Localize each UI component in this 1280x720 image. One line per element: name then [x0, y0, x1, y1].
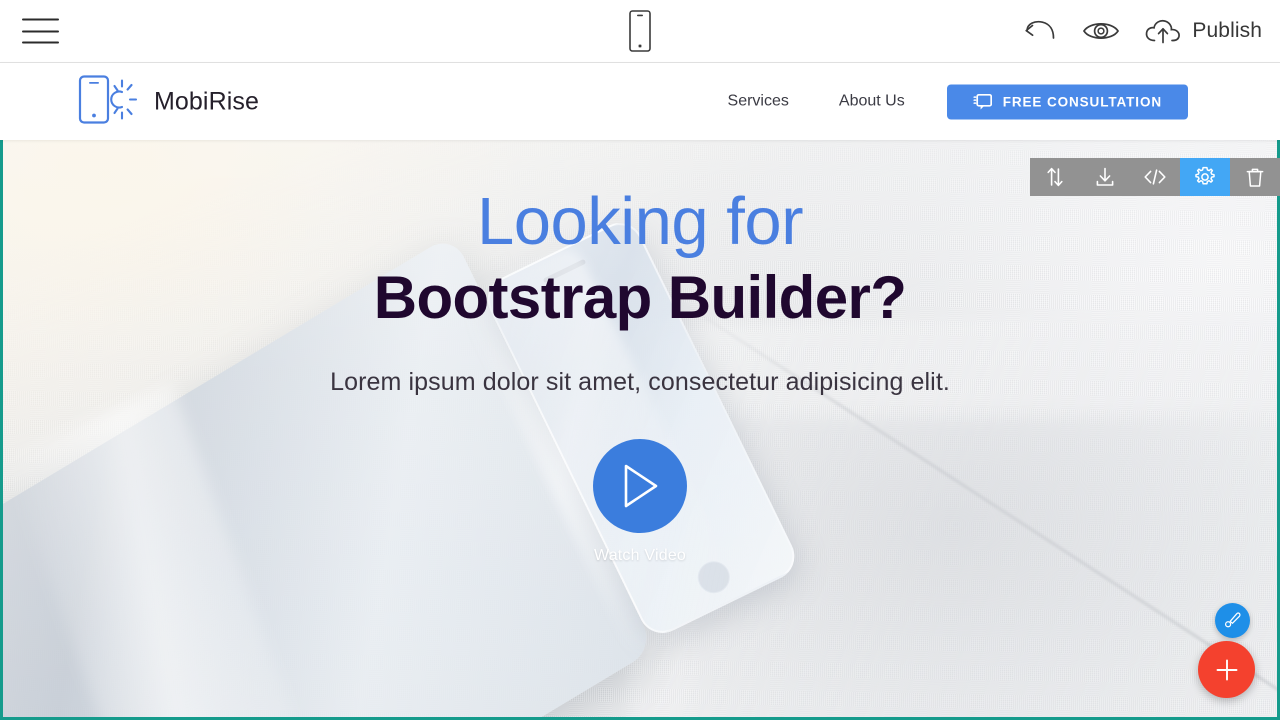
editor-toolbar-actions: Publish: [1021, 16, 1262, 46]
hamburger-line: [22, 30, 59, 32]
play-triangle-icon: [593, 438, 687, 533]
watch-video-button[interactable]: Watch Video: [593, 438, 687, 565]
mobile-sun-logo-icon: [78, 73, 140, 130]
plus-icon[interactable]: [1198, 641, 1255, 698]
block-toolbar: [1030, 158, 1280, 196]
hamburger-menu-icon[interactable]: [22, 18, 59, 44]
mobile-viewport-icon[interactable]: [629, 10, 651, 52]
mobirise-builder-window: Publish MobiRise Services About Us FREE …: [0, 0, 1280, 720]
hero-block[interactable]: Looking for Bootstrap Builder? Lorem ips…: [0, 140, 1280, 720]
free-consultation-label: FREE CONSULTATION: [1002, 94, 1162, 109]
download-block-button[interactable]: [1080, 158, 1130, 196]
free-consultation-button[interactable]: FREE CONSULTATION: [946, 84, 1188, 119]
watch-video-label: Watch Video: [593, 546, 687, 564]
code-brackets-icon: [1142, 167, 1168, 187]
trash-icon: [1245, 166, 1265, 189]
move-up-down-arrows-icon: [1045, 166, 1065, 188]
hero-kicker: Looking for: [477, 184, 804, 259]
hero-content: Looking for Bootstrap Builder? Lorem ips…: [3, 140, 1277, 717]
undo-arrow-icon[interactable]: [1021, 18, 1059, 44]
brand-name: MobiRise: [154, 87, 259, 115]
nav-link-services[interactable]: Services: [728, 85, 789, 119]
hamburger-line: [22, 41, 59, 44]
paintbrush-icon[interactable]: [1215, 603, 1250, 638]
site-navbar: MobiRise Services About Us FREE CONSULTA…: [0, 63, 1280, 140]
hamburger-line: [22, 18, 59, 21]
eye-preview-icon[interactable]: [1081, 17, 1121, 45]
hero-subtitle: Lorem ipsum dolor sit amet, consectetur …: [330, 367, 950, 396]
block-settings-button[interactable]: [1180, 158, 1230, 196]
brand-logo[interactable]: MobiRise: [78, 73, 259, 130]
edit-code-button[interactable]: [1130, 158, 1180, 196]
delete-block-button[interactable]: [1230, 158, 1280, 196]
hero-title: Bootstrap Builder?: [373, 264, 907, 332]
publish-label: Publish: [1192, 19, 1262, 42]
site-nav-links: Services About Us FREE CONSULTATION: [728, 84, 1188, 119]
nav-link-about-us[interactable]: About Us: [839, 85, 905, 119]
download-icon: [1094, 166, 1116, 188]
publish-button[interactable]: Publish: [1143, 16, 1262, 46]
editor-toolbar: Publish: [0, 0, 1280, 63]
cloud-upload-icon: [1143, 16, 1183, 46]
move-block-button[interactable]: [1030, 158, 1080, 196]
gear-icon: [1193, 165, 1217, 189]
speech-bubble-icon: [973, 93, 992, 110]
